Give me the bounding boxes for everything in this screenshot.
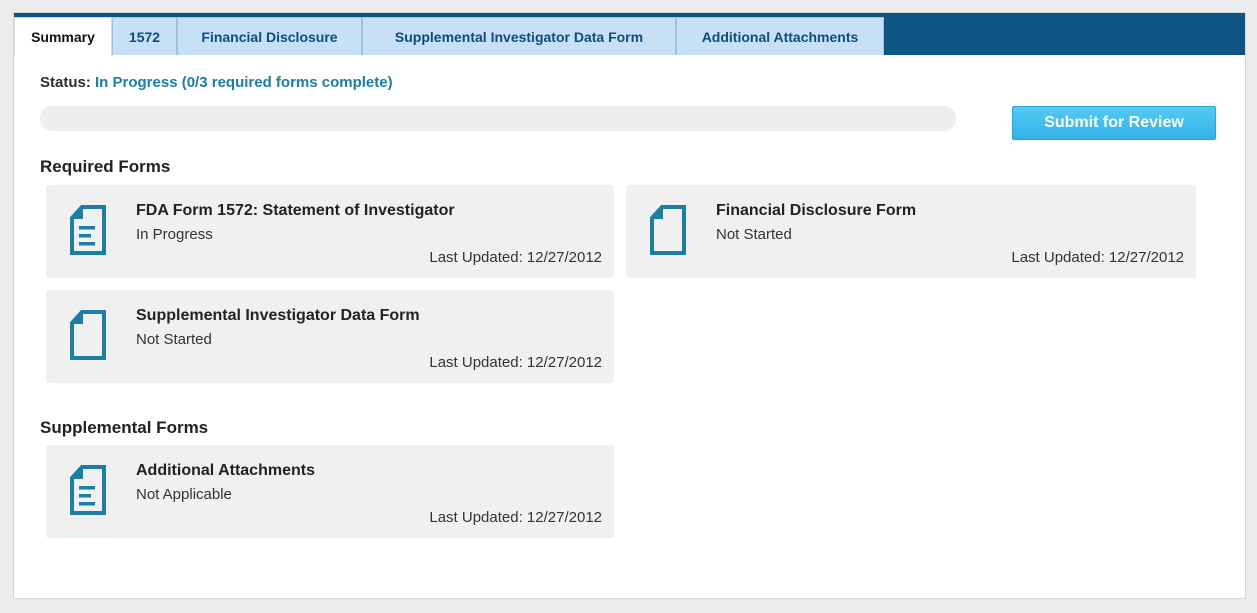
tab-bar: Summary 1572 Financial Disclosure Supple… bbox=[14, 13, 1245, 56]
form-card-status: Not Started bbox=[136, 331, 212, 348]
form-card-status: Not Started bbox=[716, 226, 792, 243]
supplemental-forms-heading: Supplemental Forms bbox=[40, 418, 209, 437]
form-card-additional-attachments[interactable]: Additional Attachments Not Applicable La… bbox=[46, 445, 614, 538]
document-blank-icon bbox=[650, 205, 686, 255]
tab-additional-attachments[interactable]: Additional Attachments bbox=[676, 17, 884, 55]
form-card-financial-disclosure[interactable]: Financial Disclosure Form Not Started La… bbox=[626, 185, 1196, 278]
form-card-title: Supplemental Investigator Data Form bbox=[136, 307, 420, 324]
form-card-last-updated: Last Updated: 12/27/2012 bbox=[429, 249, 602, 266]
form-summary-panel: Summary 1572 Financial Disclosure Supple… bbox=[13, 12, 1246, 599]
form-card-fda-1572[interactable]: FDA Form 1572: Statement of Investigator… bbox=[46, 185, 614, 278]
tab-1572[interactable]: 1572 bbox=[112, 17, 177, 55]
form-card-supplemental-investigator-data[interactable]: Supplemental Investigator Data Form Not … bbox=[46, 290, 614, 383]
document-blank-icon bbox=[70, 310, 106, 360]
form-card-status: Not Applicable bbox=[136, 486, 232, 503]
form-card-last-updated: Last Updated: 12/27/2012 bbox=[429, 509, 602, 526]
tab-summary[interactable]: Summary bbox=[14, 17, 112, 56]
submit-for-review-button[interactable]: Submit for Review bbox=[1012, 106, 1216, 140]
tab-supplemental-investigator-data-form[interactable]: Supplemental Investigator Data Form bbox=[362, 17, 676, 55]
tab-financial-disclosure[interactable]: Financial Disclosure bbox=[177, 17, 362, 55]
progress-bar bbox=[40, 106, 956, 131]
form-card-title: FDA Form 1572: Statement of Investigator bbox=[136, 202, 455, 219]
document-lines-icon bbox=[70, 205, 106, 255]
form-card-status: In Progress bbox=[136, 226, 213, 243]
status-value: In Progress (0/3 required forms complete… bbox=[95, 74, 393, 91]
status-line: Status: In Progress (0/3 required forms … bbox=[40, 74, 393, 91]
status-label: Status: bbox=[40, 74, 91, 91]
form-card-last-updated: Last Updated: 12/27/2012 bbox=[1011, 249, 1184, 266]
required-forms-heading: Required Forms bbox=[40, 157, 171, 176]
form-card-last-updated: Last Updated: 12/27/2012 bbox=[429, 354, 602, 371]
form-card-title: Financial Disclosure Form bbox=[716, 202, 917, 219]
form-card-title: Additional Attachments bbox=[136, 462, 315, 479]
document-lines-icon bbox=[70, 465, 106, 515]
